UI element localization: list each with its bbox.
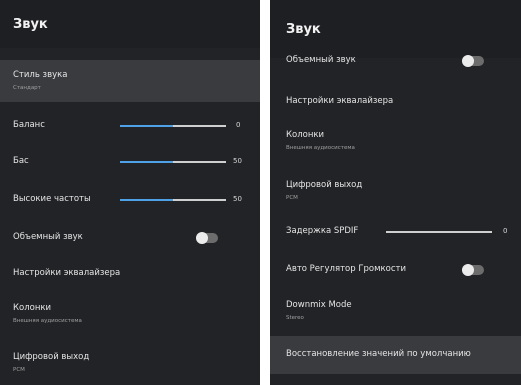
digital-out-label: Цифровой выход — [13, 352, 90, 362]
spdif-delay-label: Задержка SPDIF — [286, 226, 359, 236]
equalizer-item[interactable]: Настройки эквалайзера — [270, 88, 521, 116]
speakers-item[interactable]: Колонки Внешняя аудиосистема — [0, 295, 260, 335]
bass-label: Бас — [13, 156, 29, 166]
bass-slider-fill — [120, 161, 173, 163]
equalizer-label: Настройки эквалайзера — [286, 96, 394, 106]
spdif-delay-slider[interactable] — [386, 231, 492, 233]
speakers-item[interactable]: Колонки Внешняя аудиосистема — [270, 122, 521, 158]
downmix-item[interactable]: Downmix Mode Stereo — [270, 292, 521, 328]
digital-out-value: PCM — [286, 195, 298, 201]
digital-out-item[interactable]: Цифровой выход PCM — [270, 172, 521, 208]
sound-style-value: Стандарт — [13, 85, 41, 91]
sound-style-item[interactable]: Стиль звука Стандарт — [0, 60, 260, 102]
spdif-delay-item[interactable]: Задержка SPDIF 0 — [270, 218, 521, 246]
auto-volume-toggle[interactable] — [462, 264, 484, 276]
toggle-knob — [196, 232, 208, 244]
treble-value: 50 — [233, 195, 242, 203]
sound-settings-panel-left: Звук Стиль звука Стандарт Баланс 0 Бас 5… — [0, 0, 260, 385]
balance-value: 0 — [236, 121, 241, 129]
equalizer-label: Настройки эквалайзера — [13, 268, 121, 278]
reset-defaults-label: Восстановление значений по умолчанию — [286, 349, 471, 359]
sound-style-label: Стиль звука — [13, 70, 68, 80]
bass-slider[interactable] — [120, 161, 226, 163]
balance-slider-fill — [120, 125, 173, 127]
balance-item[interactable]: Баланс 0 — [0, 112, 260, 140]
surround-item-partial[interactable]: Объемный звук — [270, 50, 521, 70]
digital-out-value: PCM — [13, 367, 25, 373]
downmix-value: Stereo — [286, 315, 304, 321]
balance-slider[interactable] — [120, 125, 226, 127]
bass-item[interactable]: Бас 50 — [0, 148, 260, 176]
speakers-value: Внешняя аудиосистема — [286, 145, 355, 151]
downmix-label: Downmix Mode — [286, 300, 352, 310]
toggle-knob — [462, 264, 474, 276]
auto-volume-label: Авто Регулятор Громкости — [286, 264, 407, 274]
auto-volume-item[interactable]: Авто Регулятор Громкости — [270, 256, 521, 284]
page-title: Звук — [0, 0, 260, 48]
equalizer-item[interactable]: Настройки эквалайзера — [0, 260, 260, 288]
surround-label: Объемный звук — [286, 55, 356, 65]
speakers-label: Колонки — [13, 303, 52, 313]
digital-out-label: Цифровой выход — [286, 180, 363, 190]
speakers-label: Колонки — [286, 130, 325, 140]
sound-settings-panel-right: Звук Объемный звук Настройки эквалайзера… — [270, 0, 521, 385]
balance-label: Баланс — [13, 120, 45, 130]
surround-toggle[interactable] — [196, 232, 218, 244]
speakers-value: Внешняя аудиосистема — [13, 318, 82, 324]
surround-label: Объемный звук — [13, 232, 83, 242]
treble-label: Высокие частоты — [13, 194, 91, 204]
treble-slider[interactable] — [120, 199, 226, 201]
surround-item[interactable]: Объемный звук — [0, 224, 260, 252]
surround-toggle[interactable] — [462, 55, 484, 67]
reset-defaults-item[interactable]: Восстановление значений по умолчанию — [270, 336, 521, 374]
toggle-knob — [462, 55, 474, 67]
bass-value: 50 — [233, 157, 242, 165]
treble-slider-fill — [120, 199, 173, 201]
spdif-delay-value: 0 — [503, 227, 508, 235]
digital-out-item[interactable]: Цифровой выход PCM — [0, 344, 260, 384]
treble-item[interactable]: Высокие частоты 50 — [0, 186, 260, 214]
